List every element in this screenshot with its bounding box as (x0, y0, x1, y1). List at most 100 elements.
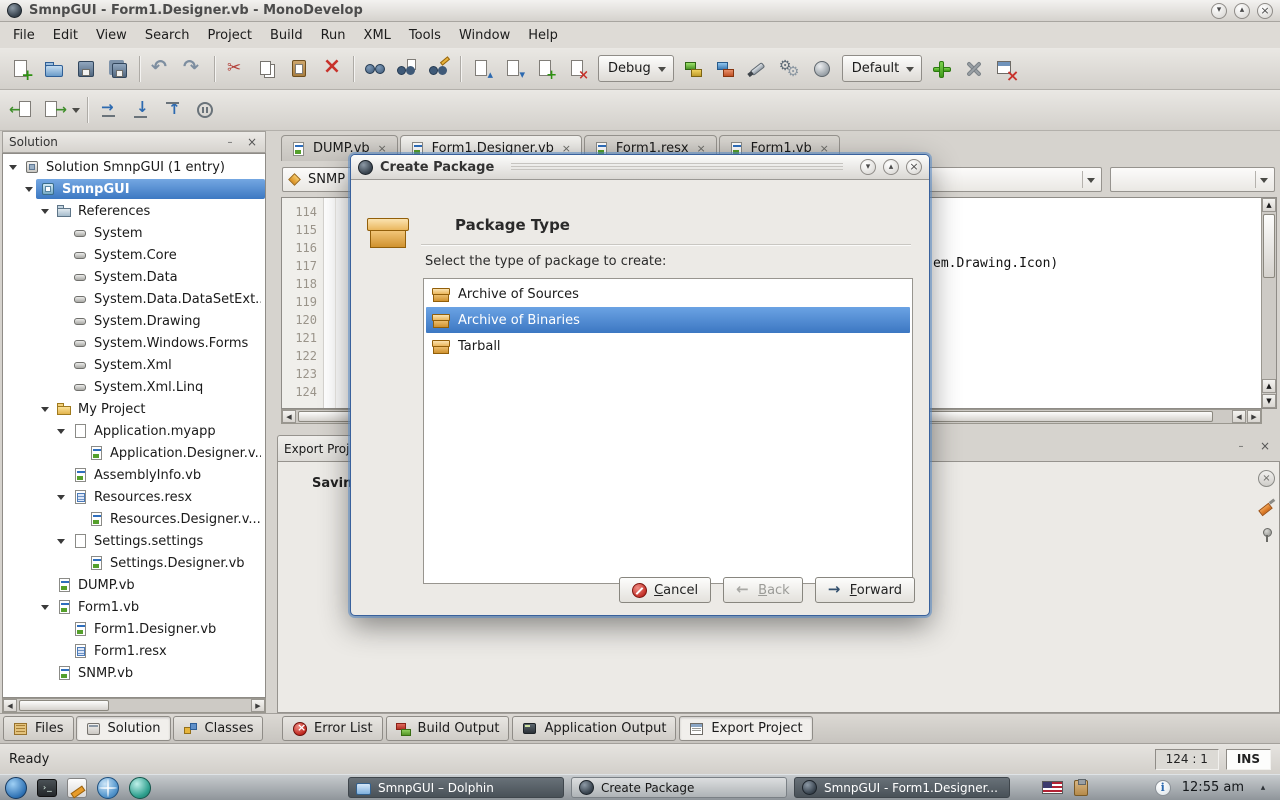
scroll-left-icon[interactable]: ◀ (3, 699, 17, 712)
search-button[interactable] (359, 53, 391, 85)
menu-item[interactable]: Run (312, 24, 355, 47)
taskbar-window-button[interactable]: SmnpGUI – Dolphin (348, 777, 564, 798)
expander-icon[interactable] (7, 161, 20, 174)
tree-row[interactable]: System.Drawing (3, 310, 265, 332)
step-into-button[interactable] (125, 94, 157, 126)
taskbar-window-button[interactable]: SmnpGUI - Form1.Designer... (794, 777, 1010, 798)
panel-tab[interactable]: Solution (75, 716, 171, 741)
cut-button[interactable] (220, 53, 252, 85)
copy-button[interactable] (252, 53, 284, 85)
prev-bookmark-button[interactable] (466, 53, 498, 85)
navigate-dropdown[interactable] (70, 97, 82, 123)
step-over-button[interactable] (93, 94, 125, 126)
tree-row[interactable]: Form1.Designer.vb (3, 618, 265, 640)
dialog-titlebar[interactable]: Create Package (351, 155, 929, 180)
maximize-button[interactable] (1234, 2, 1250, 19)
dialog-minimize-button[interactable] (860, 159, 876, 175)
open-button[interactable] (38, 53, 70, 85)
app-launcher-icon[interactable] (129, 776, 151, 799)
pin-icon[interactable] (1258, 526, 1275, 543)
tree-row[interactable]: System (3, 222, 265, 244)
close-button[interactable] (1257, 2, 1273, 19)
konsole-icon[interactable] (37, 778, 57, 797)
scroll-left-icon[interactable]: ◀ (282, 410, 296, 423)
tree-row[interactable]: SNMP.vb (3, 662, 265, 684)
clear-bookmarks-button[interactable] (562, 53, 594, 85)
pad-autohide-icon[interactable] (223, 135, 237, 149)
menu-item[interactable]: Edit (44, 24, 87, 47)
window-titlebar[interactable]: SmnpGUI - Form1.Designer.vb - MonoDevelo… (0, 0, 1280, 22)
scrollbar-thumb[interactable] (19, 700, 109, 711)
expander-icon[interactable] (39, 403, 52, 416)
tree-row[interactable]: Application.myapp (3, 420, 265, 442)
menu-item[interactable]: Help (519, 24, 567, 47)
close-document-button[interactable] (990, 53, 1022, 85)
scrollbar-thumb[interactable] (1263, 214, 1275, 278)
menu-item[interactable]: Project (198, 24, 260, 47)
redo-button[interactable] (177, 53, 209, 85)
expander-icon[interactable] (55, 491, 68, 504)
clock[interactable]: 12:55 am (1182, 780, 1244, 795)
tree-row[interactable]: Application.Designer.v... (3, 442, 265, 464)
package-type-option[interactable]: Archive of Binaries (426, 307, 910, 333)
output-tab[interactable]: Application Output (512, 716, 677, 741)
tree-row[interactable]: AssemblyInfo.vb (3, 464, 265, 486)
package-type-list[interactable]: Archive of Sources Archive of Binaries T… (423, 278, 913, 584)
rebuild-button[interactable] (710, 53, 742, 85)
clipboard-tray-icon[interactable] (1073, 778, 1088, 796)
search-in-files-button[interactable] (391, 53, 423, 85)
package-type-option[interactable]: Tarball (426, 333, 910, 359)
clear-output-icon[interactable] (1258, 470, 1275, 487)
pad-tab[interactable]: Export Projec (277, 435, 361, 461)
menu-item[interactable]: Search (136, 24, 199, 47)
cancel-button[interactable]: Cancel (619, 577, 712, 603)
next-bookmark-button[interactable] (498, 53, 530, 85)
runtime-combo[interactable]: Default (841, 55, 923, 82)
pause-button[interactable] (189, 94, 221, 126)
output-tab[interactable]: Export Project (679, 716, 813, 741)
build-button[interactable] (678, 53, 710, 85)
expander-icon[interactable] (39, 205, 52, 218)
new-bookmark-button[interactable] (530, 53, 562, 85)
save-button[interactable] (70, 53, 102, 85)
panel-tab[interactable]: Classes (172, 716, 264, 741)
paste-button[interactable] (284, 53, 316, 85)
tree-row[interactable]: System.Data.DataSetExt... (3, 288, 265, 310)
menu-item[interactable]: XML (355, 24, 400, 47)
output-tab[interactable]: Build Output (385, 716, 510, 741)
back-button[interactable]: Back (723, 577, 803, 603)
tree-row[interactable]: System.Core (3, 244, 265, 266)
pad-close-icon[interactable] (245, 135, 259, 149)
menu-item[interactable]: Tools (400, 24, 450, 47)
run-button[interactable] (742, 53, 774, 85)
tree-row[interactable]: System.Windows.Forms (3, 332, 265, 354)
expander-icon[interactable] (23, 183, 36, 196)
delete-button[interactable] (316, 53, 348, 85)
menu-item[interactable]: View (87, 24, 136, 47)
tree-row[interactable]: Resources.resx (3, 486, 265, 508)
undo-button[interactable] (145, 53, 177, 85)
minimize-button[interactable] (1211, 2, 1227, 19)
new-file-button[interactable] (6, 53, 38, 85)
region-combo[interactable] (1110, 167, 1275, 192)
build-configuration-combo[interactable]: Debug (598, 55, 674, 82)
save-all-button[interactable] (102, 53, 134, 85)
tree-row[interactable]: My Project (3, 398, 265, 420)
text-editor-icon[interactable] (67, 777, 87, 798)
keyboard-layout-flag-icon[interactable] (1041, 781, 1063, 794)
dialog-maximize-button[interactable] (883, 159, 899, 175)
pad-close-icon[interactable] (1258, 439, 1272, 453)
forward-button[interactable]: Forward (814, 577, 915, 603)
tree-row[interactable]: Form1.vb (3, 596, 265, 618)
stop-button[interactable] (806, 53, 838, 85)
tree-row[interactable]: System.Xml.Linq (3, 376, 265, 398)
menu-item[interactable]: Window (450, 24, 519, 47)
options-button[interactable] (774, 53, 806, 85)
solution-horizontal-scrollbar[interactable]: ◀ ▶ (2, 698, 266, 713)
notifications-icon[interactable] (1154, 779, 1171, 796)
expander-icon[interactable] (39, 601, 52, 614)
scroll-right-icon[interactable]: ▶ (251, 699, 265, 712)
menu-item[interactable]: Build (261, 24, 312, 47)
scroll-down-icon[interactable]: ▼ (1262, 394, 1276, 408)
tree-row[interactable]: Settings.Designer.vb (3, 552, 265, 574)
